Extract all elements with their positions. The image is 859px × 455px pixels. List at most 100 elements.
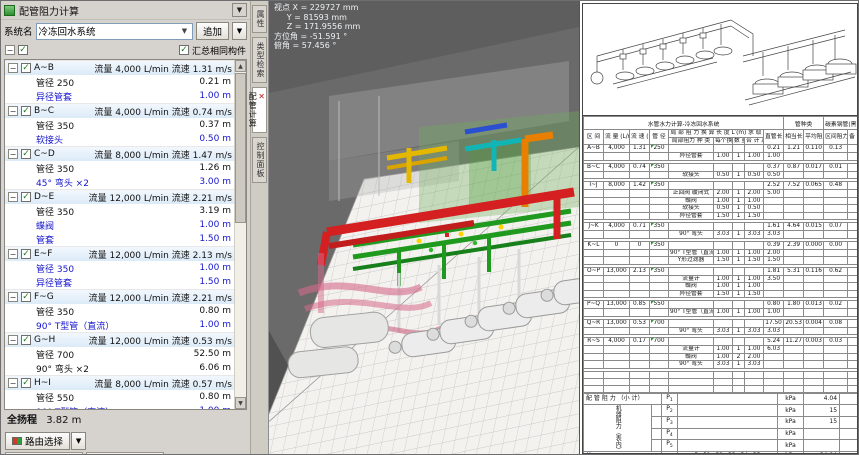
segment-item-row[interactable]: 90° 弯头 ×26.06 m — [5, 361, 234, 375]
chevron-down-icon[interactable]: ▼ — [179, 27, 190, 35]
segment-row[interactable]: −✓D~E流量 12,000 L/min 流速 2.21 m/s — [5, 189, 234, 204]
segment-item-row[interactable]: 90° T型管（直流）1.00 m — [5, 318, 234, 332]
segment-row[interactable]: −✓G~H流量 12,000 L/min 流速 0.53 m/s — [5, 332, 234, 347]
segment-id: D~E — [34, 192, 54, 202]
side-tab-item[interactable]: 控制面板 — [252, 137, 267, 183]
close-icon[interactable]: ✕ — [258, 92, 266, 101]
segment-row[interactable]: −✓F~G流量 12,000 L/min 流速 2.21 m/s — [5, 289, 234, 304]
segment-row[interactable]: −✓C~D流量 8,000 L/min 流速 1.47 m/s — [5, 146, 234, 161]
segment-item-row[interactable]: 管径 5500.80 m — [5, 390, 234, 404]
col-qty: 数 量 — [733, 137, 745, 145]
segment-item-row[interactable]: 异径管套1.00 m — [5, 89, 234, 103]
collapse-icon[interactable]: − — [8, 292, 18, 302]
system-name-combobox[interactable]: 冷冻回水系统 ▼ — [36, 23, 193, 40]
cell — [745, 301, 764, 309]
segment-checkbox[interactable]: ✓ — [21, 335, 31, 345]
cell — [824, 231, 848, 239]
segment-item-row[interactable]: 软接头0.50 m — [5, 132, 234, 146]
summarize-checkbox[interactable]: ✓ — [179, 45, 189, 55]
add-button[interactable]: 追加 — [196, 22, 229, 40]
side-tab-item[interactable]: 类型检索 — [252, 37, 267, 83]
collapse-all-button[interactable]: − — [5, 45, 15, 55]
cell — [630, 249, 650, 257]
panel-menu-button[interactable]: ▼ — [232, 3, 247, 17]
cell-fitting-segtotal: 5.00 — [764, 190, 784, 198]
segment-checkbox[interactable]: ✓ — [21, 106, 31, 116]
collapse-icon[interactable]: − — [8, 249, 18, 259]
viewport-3d[interactable]: 视点 X = 229727 mm Y = 81593 mm Z = 171.95… — [269, 1, 579, 455]
cell — [584, 171, 604, 179]
cell — [784, 231, 804, 239]
summary-unit: kPa — [778, 428, 804, 440]
segment-item-row[interactable]: 管径 3500.37 m — [5, 118, 234, 132]
cell-remark — [848, 267, 858, 275]
route-select-button[interactable]: 路由选择 — [5, 432, 70, 450]
viewpoint-line: 方位角 = -51.591 ° — [274, 32, 360, 42]
segment-item-row[interactable]: 管径 3503.19 m — [5, 204, 234, 218]
segment-item-row[interactable]: 蝶阀1.00 m — [5, 218, 234, 232]
segment-row[interactable]: −✓H~I流量 8,000 L/min 流速 0.57 m/s — [5, 375, 234, 390]
cell-fitting-segtotal — [764, 361, 784, 369]
cell — [784, 212, 804, 220]
segment-item-row[interactable]: 管径 3501.26 m — [5, 161, 234, 175]
side-tab-item[interactable]: 属性 — [252, 5, 267, 33]
cell-fitting-subtotal: 1.00 — [745, 249, 764, 257]
segment-checkbox[interactable]: ✓ — [21, 192, 31, 202]
cell-fitting-qty: 1 — [733, 327, 745, 335]
list-scrollbar[interactable]: ▲ ▼ — [234, 60, 246, 409]
collapse-icon[interactable]: − — [8, 335, 18, 345]
cell-fitting-qty: 1 — [733, 361, 745, 369]
cell-fitting-segtotal: 1.50 — [764, 257, 784, 265]
cell — [848, 249, 858, 257]
cell-section: R~S — [584, 338, 604, 346]
segment-checkbox[interactable]: ✓ — [21, 63, 31, 73]
segment-item-row[interactable]: 管径 2500.21 m — [5, 75, 234, 89]
collapse-icon[interactable]: − — [8, 149, 18, 159]
segment-item-row[interactable]: 45° 弯头 ×23.00 m — [5, 175, 234, 189]
panel-title-bar: 配管阻力计算 ▼ — [1, 1, 250, 20]
cell — [824, 290, 848, 298]
segment-item-row[interactable]: 管径 3501.00 m — [5, 261, 234, 275]
segment-checkbox[interactable]: ✓ — [21, 249, 31, 259]
green-mark-icon — [651, 320, 654, 323]
scroll-down-arrow[interactable]: ▼ — [235, 397, 246, 409]
summary-symbol: P4 — [662, 428, 678, 440]
item-name: 管径 350 — [36, 262, 74, 275]
segment-checkbox[interactable]: ✓ — [21, 149, 31, 159]
collapse-icon[interactable]: − — [8, 192, 18, 202]
cell-fitting-subtotal: 0.50 — [745, 171, 764, 179]
cell — [848, 283, 858, 291]
segment-item-row[interactable]: 管径 3500.80 m — [5, 304, 234, 318]
segment-item-row[interactable]: 管套1.50 m — [5, 232, 234, 246]
cell-flow: 8,000 — [604, 182, 630, 190]
segment-row[interactable]: −✓E~F流量 12,000 L/min 流速 2.13 m/s — [5, 246, 234, 261]
cell — [848, 212, 858, 220]
segment-checkbox[interactable]: ✓ — [21, 292, 31, 302]
summary-formula — [678, 428, 778, 440]
col-diameter: 管 径 — [650, 130, 669, 145]
cell-fitting-name: 止回阀 缓闭式 — [669, 190, 714, 198]
route-dropdown-button[interactable]: ▼ — [71, 432, 86, 450]
collapse-icon[interactable]: − — [8, 378, 18, 388]
cell-fitting-qty: 2 — [733, 353, 745, 361]
viewpoint-line: 视点 X = 229727 mm — [274, 3, 360, 13]
scroll-thumb[interactable] — [235, 73, 246, 223]
segment-item-row[interactable]: 90° T型管（直流）1.00 m — [5, 404, 234, 409]
segment-item-row[interactable]: 管径 70052.50 m — [5, 347, 234, 361]
col-fitting-type: 局部阻力 种 类 — [669, 137, 714, 145]
segment-row[interactable]: −✓A~B流量 4,000 L/min 流速 1.31 m/s — [5, 60, 234, 75]
cell — [604, 249, 630, 257]
scroll-up-arrow[interactable]: ▲ — [235, 60, 246, 72]
segment-row[interactable]: −✓B~C流量 4,000 L/min 流速 0.74 m/s — [5, 103, 234, 118]
side-tab-active[interactable]: ✕配管计算 — [252, 87, 267, 133]
item-value: 3.00 m — [199, 177, 231, 187]
add-dropdown-button[interactable]: ▼ — [232, 22, 247, 40]
item-name: 异径管套 — [36, 90, 72, 103]
segment-item-row[interactable]: 异径管套1.50 m — [5, 275, 234, 289]
cell-flow: 4,000 — [604, 163, 630, 171]
check-all-checkbox[interactable]: ✓ — [18, 45, 28, 55]
cell — [784, 327, 804, 335]
collapse-icon[interactable]: − — [8, 63, 18, 73]
segment-checkbox[interactable]: ✓ — [21, 378, 31, 388]
collapse-icon[interactable]: − — [8, 106, 18, 116]
